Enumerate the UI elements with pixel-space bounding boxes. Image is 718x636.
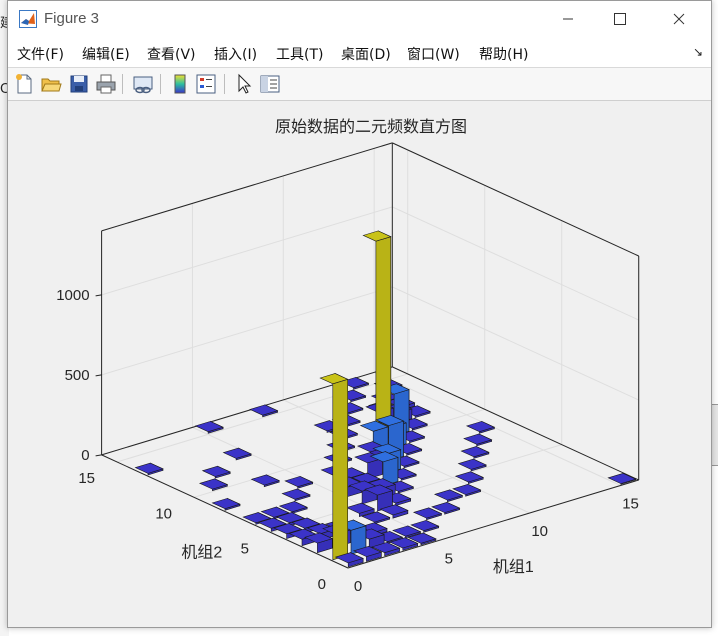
axes-edge bbox=[392, 142, 639, 257]
histogram-bar bbox=[433, 489, 464, 503]
histogram-bar bbox=[134, 462, 164, 476]
floor-gridline bbox=[270, 444, 562, 534]
chart-title: 原始数据的二元频数直方图 bbox=[275, 117, 467, 136]
z-tick bbox=[95, 454, 102, 457]
axes-box bbox=[101, 142, 640, 569]
histogram-bar bbox=[607, 472, 637, 485]
histogram-bar bbox=[281, 488, 311, 502]
z-gridline bbox=[101, 142, 639, 257]
bar-layer bbox=[134, 230, 637, 568]
histogram-bar bbox=[454, 471, 485, 485]
histogram-bar bbox=[284, 475, 314, 489]
histogram-bar bbox=[412, 507, 443, 521]
z-gridline bbox=[101, 286, 639, 401]
axes-edge bbox=[392, 366, 639, 481]
histogram-bar bbox=[362, 230, 392, 442]
y-tick-label: 15 bbox=[78, 470, 95, 487]
histogram-bar bbox=[211, 497, 241, 511]
histogram-bar bbox=[465, 420, 496, 434]
bar-front-face bbox=[375, 236, 392, 442]
x-tick-label: 10 bbox=[531, 523, 548, 540]
z-tick bbox=[95, 374, 102, 377]
z-tick-label: 500 bbox=[65, 367, 90, 384]
histogram-bar bbox=[250, 474, 280, 488]
bar-front-face bbox=[332, 378, 349, 561]
histogram-bar bbox=[460, 446, 490, 459]
z-gridline bbox=[101, 206, 639, 321]
floor-gridline bbox=[373, 371, 621, 486]
x-tick-label: 15 bbox=[622, 496, 639, 513]
z-tick bbox=[95, 294, 102, 297]
z-tick-label: 0 bbox=[81, 447, 89, 464]
z-tick-label: 1000 bbox=[56, 287, 89, 304]
histogram-bar bbox=[222, 447, 252, 461]
y-tick-label: 10 bbox=[155, 505, 172, 522]
histogram-plot[interactable]: 0 500 1000 0 5 10 15 0 5 10 15 机组1 机组2 原始数据的二元频数直方图 bbox=[0, 0, 718, 636]
x-tick-label: 0 bbox=[354, 578, 362, 595]
x-tick-label: 5 bbox=[445, 551, 453, 568]
axes-edge bbox=[101, 142, 393, 232]
y-tick-label: 5 bbox=[241, 541, 249, 558]
histogram-bar bbox=[463, 433, 493, 447]
histogram-bar bbox=[201, 465, 231, 479]
y-axis-label: 机组2 bbox=[181, 543, 222, 561]
y-tick-label: 0 bbox=[318, 576, 326, 593]
x-axis-label: 机组1 bbox=[493, 558, 534, 576]
